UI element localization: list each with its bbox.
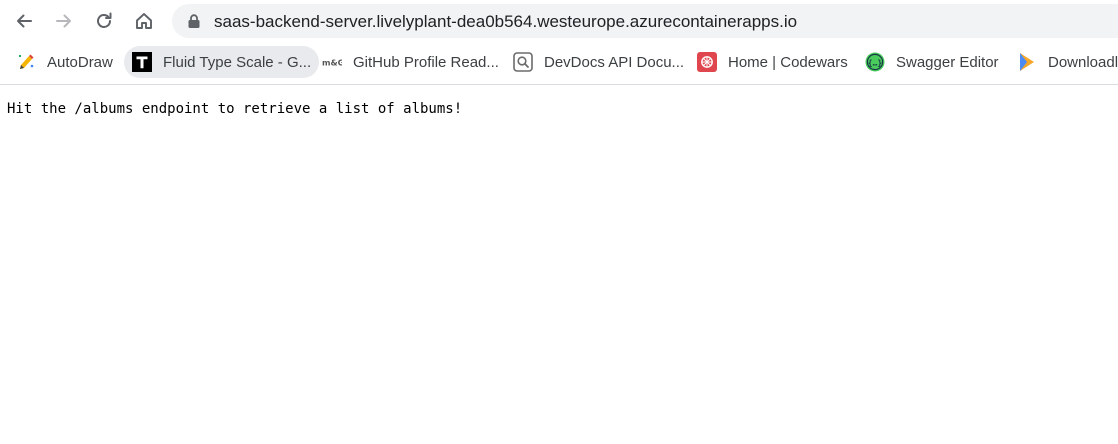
arrow-right-icon <box>54 11 74 31</box>
bookmarks-bar: AutoDraw Fluid Type Scale - G... m&G Git… <box>0 42 1118 85</box>
back-button[interactable] <box>9 6 39 36</box>
browser-toolbar: saas-backend-server.livelyplant-dea0b564… <box>0 0 1118 42</box>
arrow-left-icon <box>14 11 34 31</box>
bookmark-label: Downloadl <box>1048 53 1118 71</box>
forward-button[interactable] <box>49 6 79 36</box>
bookmark-label: Fluid Type Scale - G... <box>163 53 312 71</box>
home-icon <box>134 11 154 31</box>
swagger-icon: {…} <box>865 52 885 72</box>
address-bar[interactable]: saas-backend-server.livelyplant-dea0b564… <box>172 4 1118 38</box>
bookmark-github-profile-readme[interactable]: m&G GitHub Profile Read... <box>314 46 507 78</box>
bookmark-downloadl[interactable]: Downloadl <box>1009 46 1118 78</box>
bookmark-fluid-type-scale[interactable]: Fluid Type Scale - G... <box>124 46 320 78</box>
bookmark-swagger-editor[interactable]: {…} Swagger Editor <box>857 46 1007 78</box>
bookmark-label: GitHub Profile Read... <box>353 53 499 71</box>
bookmark-label: Home | Codewars <box>728 53 848 71</box>
bookmark-label: Swagger Editor <box>896 53 999 71</box>
bookmark-label: AutoDraw <box>47 53 113 71</box>
url-text[interactable]: saas-backend-server.livelyplant-dea0b564… <box>214 12 797 32</box>
home-button[interactable] <box>129 6 159 36</box>
magnifier-box-icon <box>513 52 533 72</box>
mg-logo-icon: m&G <box>322 52 342 72</box>
pencil-sparkle-icon <box>16 52 36 72</box>
svg-text:m&G: m&G <box>322 58 342 68</box>
svg-text:{…}: {…} <box>868 59 883 68</box>
bookmark-label: DevDocs API Docu... <box>544 53 685 71</box>
lock-icon[interactable] <box>188 14 200 33</box>
letter-t-icon <box>132 52 152 72</box>
reload-button[interactable] <box>89 6 119 36</box>
codewars-icon <box>697 52 717 72</box>
bookmark-devdocs[interactable]: DevDocs API Docu... <box>505 46 692 78</box>
bookmark-autodraw[interactable]: AutoDraw <box>8 46 121 78</box>
reload-icon <box>94 11 114 31</box>
bookmark-codewars[interactable]: Home | Codewars <box>689 46 856 78</box>
download-play-icon <box>1017 52 1037 72</box>
page-body-text: Hit the /albums endpoint to retrieve a l… <box>7 101 463 117</box>
